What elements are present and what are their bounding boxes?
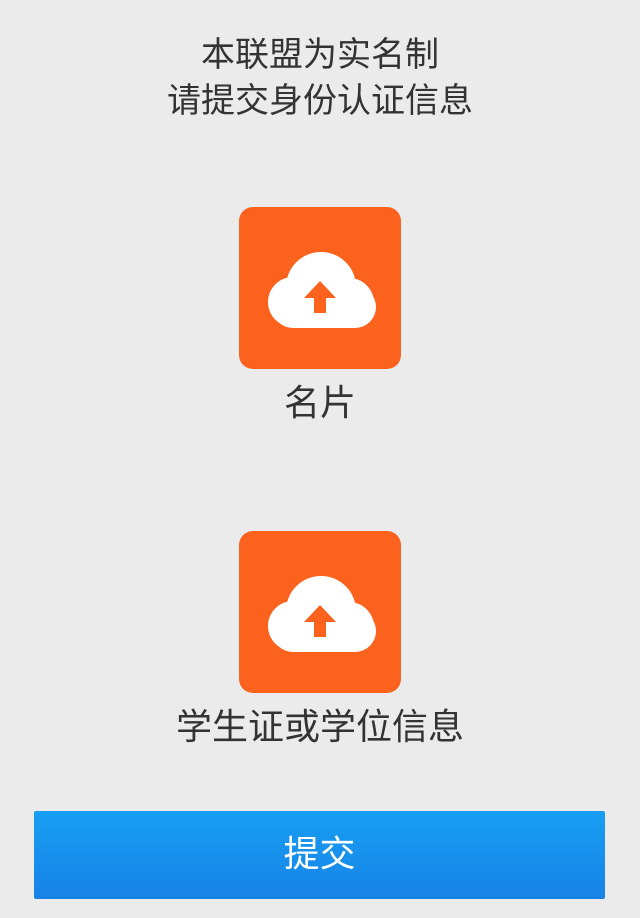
cloud-upload-icon (268, 252, 376, 328)
page-title: 本联盟为实名制 (201, 35, 439, 75)
business-card-label: 名片 (283, 383, 356, 424)
student-id-upload-button[interactable] (239, 531, 401, 693)
submit-button[interactable]: 提交 (34, 811, 605, 899)
page-subtitle: 请提交身份认证信息 (167, 81, 473, 121)
business-card-upload-button[interactable] (239, 207, 401, 369)
student-id-label: 学生证或学位信息 (175, 707, 464, 748)
cloud-upload-icon (268, 576, 376, 652)
